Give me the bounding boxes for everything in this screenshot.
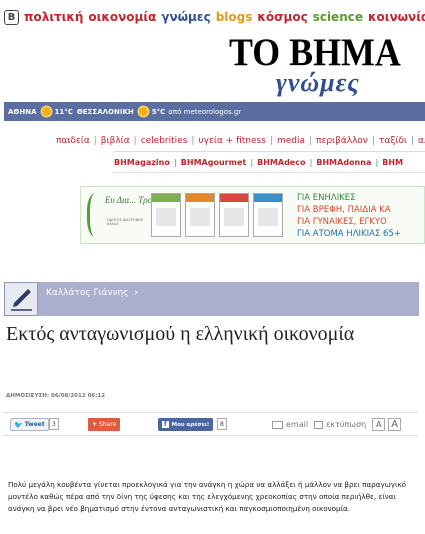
section-subtitle: γνώμες — [276, 68, 360, 97]
tweet-button[interactable]: 🐦 Tweet — [10, 418, 49, 431]
separator: | — [173, 158, 177, 167]
section-link[interactable]: celebrities — [141, 136, 188, 146]
magazine-link[interactable]: BHMAdonna — [316, 158, 371, 167]
nav-link-kosmos[interactable]: κόσμος — [257, 10, 307, 24]
facebook-like-button[interactable]: f Μου αρέσει! — [158, 418, 214, 431]
nav-link-oikonomia[interactable]: οικονομία — [88, 10, 156, 24]
home-icon[interactable]: B — [4, 9, 19, 25]
leaf-icon — [87, 193, 107, 237]
magazine-links: BHMagazino | BHMAgourmet | BHMAdeco | BHMAd… — [0, 158, 425, 167]
section-link[interactable]: περιβάλλον — [316, 136, 368, 146]
print-icon — [314, 420, 324, 429]
tweet-count: 3 — [49, 418, 59, 430]
weather-city-thessaloniki: ΘΕΣΣΑΛΟΝΙΚΗ — [76, 107, 134, 116]
separator: | — [269, 136, 273, 146]
guide-book-image — [253, 193, 283, 237]
separator: | — [375, 158, 379, 167]
tweet-label: Tweet — [24, 421, 45, 428]
nav-link-science[interactable]: science — [313, 10, 363, 24]
ad-line-children: ΓΙΑ ΒΡΕΦΗ, ΠΑΙΔΙΑ ΚΑ — [297, 205, 391, 215]
section-link[interactable]: υγεία + fitness — [198, 136, 265, 146]
chevron-right-icon: › — [134, 288, 139, 298]
weather-city-athens: ΑΘΗΝΑ — [8, 107, 37, 116]
separator: | — [191, 136, 195, 146]
divider — [114, 172, 425, 173]
separator: | — [93, 136, 97, 146]
font-decrease-button[interactable]: A — [372, 418, 386, 431]
article-headline: Εκτός ανταγωνισμού η ελληνική οικονομία — [6, 323, 355, 345]
facebook-icon: f — [162, 421, 169, 428]
nav-link-koinonia[interactable]: κοινωνία — [368, 10, 425, 24]
section-links: παιδεία | βιβλία | celebrities | υγεία + fi… — [0, 136, 425, 146]
nav-link-politiki[interactable]: πολιτική — [24, 10, 83, 24]
share-button[interactable]: + Share — [88, 418, 121, 431]
section-link[interactable]: αλ — [418, 136, 425, 146]
nav-link-gnomes[interactable]: γνώμες — [161, 10, 210, 24]
facebook-like-count: 8 — [217, 418, 227, 430]
magazine-link[interactable]: BHMAdeco — [257, 158, 305, 167]
separator: | — [410, 136, 415, 146]
weather-temp-athens: 11°C — [54, 107, 73, 116]
weather-temp-thessaloniki: 5°C — [151, 107, 166, 116]
article-body: Πολύ μεγάλη κουβέντα γίνεται προεκλογικά… — [8, 480, 407, 513]
author-name: Καλλάτος Γιάννης — [46, 288, 129, 298]
pen-icon-graphic — [11, 289, 32, 311]
separator: | — [309, 136, 313, 146]
section-link[interactable]: media — [277, 136, 305, 146]
magazine-link[interactable]: BHMagazino — [114, 158, 170, 167]
separator: | — [133, 136, 137, 146]
ad-banner[interactable]: Ευ Δια... Τροφήν ΟΔΗΓΟΣ ΔΙΑΤΡΟΦΗΣ ΕΛΛΑΣ … — [80, 186, 425, 244]
facebook-like-label: Μου αρέσει! — [171, 421, 210, 428]
font-increase-button[interactable]: A — [388, 418, 402, 431]
article-tools: email εκτύπωση A A — [272, 418, 402, 431]
sun-icon — [138, 107, 148, 116]
section-link[interactable]: βιβλία — [101, 136, 130, 146]
guide-book-image — [151, 193, 181, 237]
twitter-bird-icon: 🐦 — [14, 420, 23, 429]
separator: | — [250, 158, 254, 167]
pen-icon — [4, 282, 38, 316]
author-link[interactable]: Καλλάτος Γιάννης › — [46, 288, 138, 298]
print-link[interactable]: εκτύπωση — [326, 420, 366, 429]
email-icon — [272, 420, 283, 429]
guide-book-image — [185, 193, 215, 237]
ad-line-women: ΓΙΑ ΓΥΝΑΙΚΕΣ, ΕΓΚΥΟ — [297, 217, 387, 227]
section-link[interactable]: παιδεία — [56, 136, 90, 146]
sun-icon — [41, 107, 51, 116]
separator: | — [371, 136, 375, 146]
section-link[interactable]: ταξίδι — [379, 136, 407, 146]
ad-line-elderly: ΓΙΑ ΑΤΟΜΑ ΗΛΙΚΙΑΣ 65+ — [297, 229, 401, 239]
separator: | — [309, 158, 313, 167]
top-navigation: B πολιτική οικονομία γνώμες blogs κόσμος… — [0, 6, 425, 28]
publish-date: ΔΗΜΟΣΙΕΥΣΗ: 06/08/2012 06:12 — [6, 393, 106, 399]
divider — [114, 151, 425, 152]
ad-line-adults: ΓΙΑ ΕΝΗΛΙΚΕΣ — [297, 193, 356, 203]
email-link[interactable]: email — [286, 420, 308, 429]
guide-book-image — [219, 193, 249, 237]
plus-icon: + — [92, 421, 98, 428]
weather-bar: ΑΘΗΝΑ 11°C ΘΕΣΣΑΛΟΝΙΚΗ 5°C από meteorolo… — [4, 102, 425, 121]
weather-source[interactable]: από meteorologos.gr — [168, 108, 241, 116]
magazine-link[interactable]: BHMAgourmet — [181, 158, 246, 167]
nav-link-blogs[interactable]: blogs — [216, 10, 253, 24]
ad-small-text: ΟΔΗΓΟΣ ΔΙΑΤΡΟΦΗΣ ΕΛΛΑΣ — [107, 218, 144, 226]
magazine-link[interactable]: BHM — [382, 158, 403, 167]
share-label: Share — [99, 421, 117, 428]
